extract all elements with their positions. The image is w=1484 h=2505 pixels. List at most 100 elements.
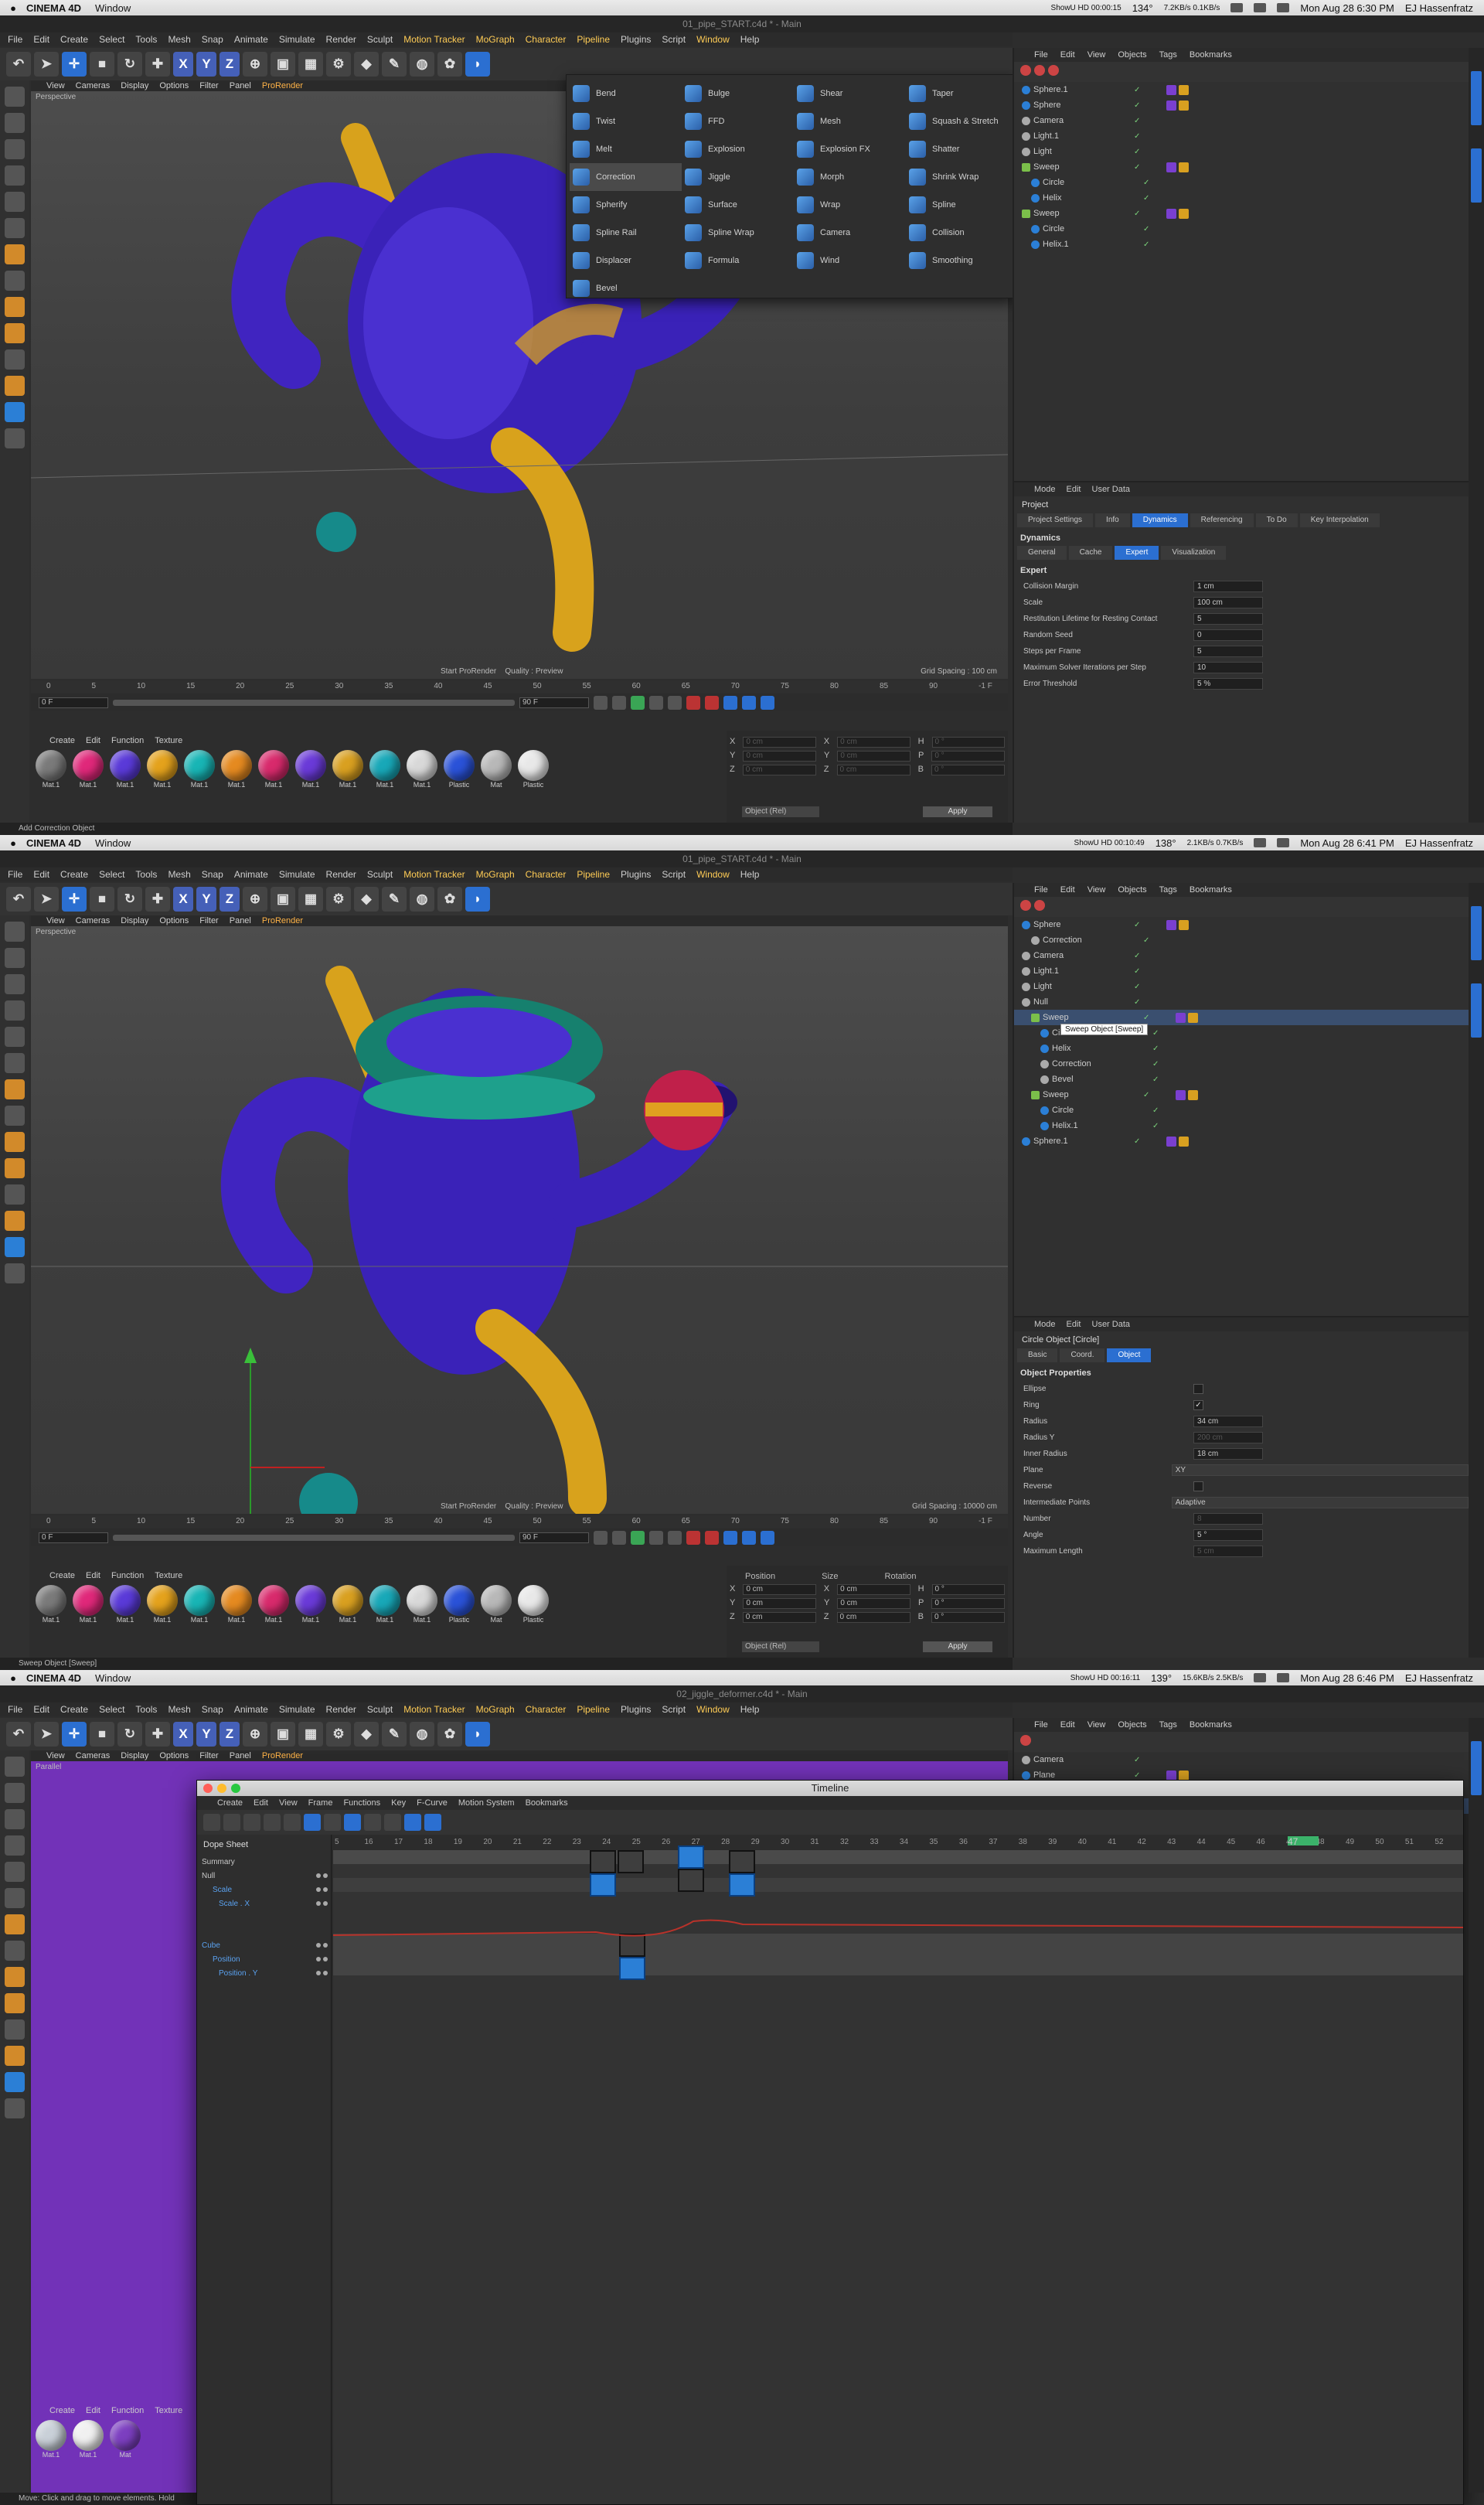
deformer-icon[interactable]: ◗ — [465, 1722, 490, 1747]
filter-icon[interactable] — [1020, 1735, 1031, 1746]
material-swatch[interactable]: Mat — [479, 750, 513, 790]
subdivision-icon[interactable]: ◍ — [410, 1722, 434, 1747]
z-axis-icon[interactable]: Z — [220, 887, 240, 912]
mat-edit[interactable]: Edit — [86, 734, 100, 747]
material-swatch[interactable]: Plastic — [442, 750, 476, 790]
move-icon[interactable]: ✛ — [62, 887, 87, 912]
track-null[interactable]: Null — [197, 1869, 331, 1883]
snap-icon[interactable] — [5, 1993, 25, 2013]
tab-referencing[interactable]: Referencing — [1190, 513, 1254, 527]
tl-frame[interactable]: Frame — [308, 1796, 333, 1810]
material-tag-icon[interactable] — [1166, 162, 1176, 172]
spline-rail-item[interactable]: Spline Rail — [570, 219, 682, 247]
rot-p-field[interactable]: 0 ° — [931, 751, 1005, 762]
am-user-data[interactable]: User Data — [1092, 482, 1131, 496]
keyframe[interactable] — [618, 1850, 644, 1873]
displacer-item[interactable]: Displacer — [570, 247, 682, 274]
material-swatch[interactable]: Mat.1 — [108, 750, 142, 790]
menu-render[interactable]: Render — [326, 867, 356, 881]
material-swatch[interactable]: Mat.1 — [220, 1585, 254, 1625]
app-name[interactable]: CINEMA 4D — [26, 1672, 81, 1684]
material-swatch[interactable]: Mat — [108, 2420, 142, 2460]
track-scale-x[interactable]: Scale . X — [197, 1897, 331, 1910]
collision-item[interactable]: Collision — [906, 219, 1018, 247]
zoom-icon[interactable] — [231, 1784, 240, 1793]
z-axis-icon[interactable]: Z — [220, 52, 240, 77]
attribute-value[interactable]: 10 — [1193, 662, 1263, 673]
object-row[interactable]: Sweep ✓ — [1014, 206, 1469, 221]
render-picture-icon[interactable]: ▦ — [298, 52, 323, 77]
workplane-icon[interactable] — [5, 1835, 25, 1856]
render-view-icon[interactable]: ▣ — [271, 52, 295, 77]
jiggle-item[interactable]: Jiggle — [682, 163, 794, 191]
cloner-icon[interactable]: ✿ — [437, 1722, 462, 1747]
visibility-check[interactable]: ✓ — [1152, 1045, 1176, 1053]
tl-tool-icon[interactable] — [264, 1814, 281, 1831]
track-summary[interactable]: Summary — [197, 1855, 331, 1869]
search-icon[interactable] — [1034, 65, 1045, 76]
material-tag-icon[interactable] — [1179, 208, 1189, 219]
object-row[interactable]: Sweep ✓ — [1014, 159, 1469, 175]
vp-display[interactable]: Display — [121, 80, 148, 92]
attribute-value[interactable]: 5 — [1193, 646, 1263, 657]
select-icon[interactable]: ➤ — [34, 52, 59, 77]
object-row[interactable]: Light ✓ — [1014, 979, 1469, 994]
attribute-checkbox[interactable]: ✓ — [1193, 1400, 1203, 1410]
solo-icon[interactable] — [5, 1263, 25, 1283]
clock[interactable]: Mon Aug 28 6:30 PM — [1300, 2, 1394, 14]
tab-todo[interactable]: To Do — [1255, 513, 1298, 527]
track-cube[interactable]: Cube — [197, 1938, 331, 1952]
tl-tool-icon[interactable] — [324, 1814, 341, 1831]
grid-icon[interactable] — [5, 1237, 25, 1257]
key-scale-icon[interactable] — [742, 696, 756, 710]
visibility-check[interactable]: ✓ — [1134, 998, 1157, 1007]
tl-tool-icon[interactable] — [404, 1814, 421, 1831]
recent-icon[interactable]: ✚ — [145, 52, 170, 77]
material-swatch[interactable]: Mat.1 — [182, 1585, 216, 1625]
wifi-icon[interactable] — [1277, 3, 1290, 12]
am-mode[interactable]: Mode — [1034, 482, 1056, 496]
axis-mode-icon[interactable] — [5, 1941, 25, 1961]
squash-stretch-item[interactable]: Squash & Stretch — [906, 107, 1018, 135]
rot-h-field[interactable]: 0 ° — [931, 1584, 1005, 1595]
tl-tool-icon[interactable] — [344, 1814, 361, 1831]
viewport[interactable]: Perspective Start ProRender Quality : Pr… — [31, 926, 1008, 1532]
attribute-value[interactable]: 0 — [1193, 629, 1263, 641]
attribute-value[interactable]: 5 ° — [1193, 1529, 1263, 1541]
visibility-check[interactable]: ✓ — [1134, 983, 1157, 991]
visibility-check[interactable]: ✓ — [1134, 952, 1157, 960]
pen-icon[interactable]: ✎ — [382, 1722, 407, 1747]
om-bookmarks[interactable]: Bookmarks — [1190, 1718, 1232, 1732]
menu-animate[interactable]: Animate — [234, 867, 268, 881]
attribute-value[interactable]: 5 — [1193, 613, 1263, 625]
menu-mograph[interactable]: MoGraph — [476, 1702, 515, 1716]
menu-file[interactable]: File — [8, 1702, 22, 1716]
tab-expert[interactable]: Expert — [1115, 546, 1159, 560]
make-editable-icon[interactable] — [5, 922, 25, 942]
points-mode-icon[interactable] — [5, 1027, 25, 1047]
play-icon[interactable] — [631, 696, 645, 710]
apple-icon[interactable]: ● — [0, 837, 26, 849]
select-icon[interactable]: ➤ — [34, 887, 59, 912]
menu-motion-tracker[interactable]: Motion Tracker — [403, 1702, 465, 1716]
visibility-check[interactable]: ✓ — [1134, 921, 1157, 929]
snap-icon[interactable] — [5, 1158, 25, 1178]
tl-tool-icon[interactable] — [304, 1814, 321, 1831]
prorender-start[interactable]: Start ProRender Quality : Preview — [441, 1502, 563, 1511]
apple-icon[interactable]: ● — [0, 1672, 26, 1684]
material-swatch[interactable]: Mat.1 — [294, 1585, 328, 1625]
material-swatch[interactable]: Mat.1 — [71, 1585, 105, 1625]
polygons-mode-icon[interactable] — [5, 1914, 25, 1934]
vp-filter[interactable]: Filter — [199, 915, 218, 927]
tl-tool-icon[interactable] — [364, 1814, 381, 1831]
render-view-icon[interactable]: ▣ — [271, 1722, 295, 1747]
preview-range[interactable] — [113, 700, 515, 706]
make-editable-icon[interactable] — [5, 87, 25, 107]
prev-key-icon[interactable] — [612, 1531, 626, 1545]
visibility-check[interactable]: ✓ — [1143, 194, 1166, 203]
rot-b-field[interactable]: 0 ° — [931, 765, 1005, 775]
vp-panel[interactable]: Panel — [230, 915, 251, 927]
size-y-field[interactable]: 0 cm — [837, 751, 910, 762]
rotate-icon[interactable]: ↻ — [117, 1722, 142, 1747]
visibility-check[interactable]: ✓ — [1152, 1106, 1176, 1115]
